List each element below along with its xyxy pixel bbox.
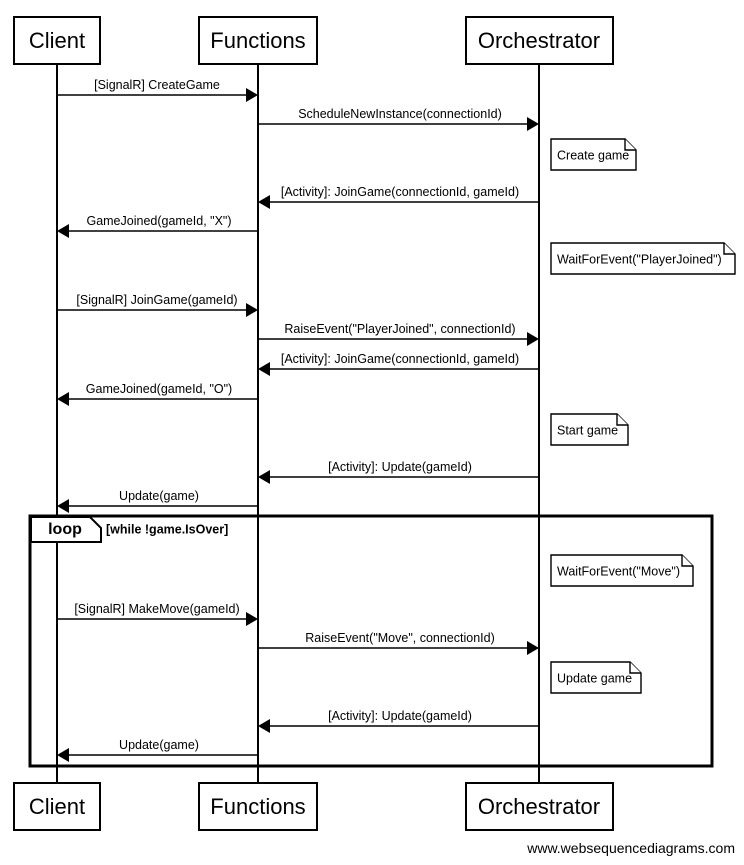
note-4: Update game bbox=[550, 661, 642, 694]
message-11-arrowhead bbox=[527, 641, 539, 655]
message-4-label: [SignalR] JoinGame(gameId) bbox=[76, 293, 237, 307]
message-3-label: GameJoined(gameId, "X") bbox=[86, 214, 231, 228]
message-4-arrowhead bbox=[246, 303, 258, 317]
participant-orchestrator-bottom-label: Orchestrator bbox=[478, 794, 600, 819]
message-2-label: [Activity]: JoinGame(connectionId, gameI… bbox=[281, 185, 519, 199]
message-0: [SignalR] CreateGame bbox=[57, 78, 258, 102]
note-1-label: WaitForEvent("PlayerJoined") bbox=[557, 252, 722, 266]
message-8: [Activity]: Update(gameId) bbox=[258, 460, 539, 484]
message-12-label: [Activity]: Update(gameId) bbox=[328, 709, 472, 723]
message-13-label: Update(game) bbox=[119, 738, 199, 752]
participant-functions-top[interactable]: Functions bbox=[198, 16, 318, 65]
message-3: GameJoined(gameId, "X") bbox=[57, 214, 258, 238]
footer-watermark: www.websequencediagrams.com bbox=[526, 840, 735, 856]
sequence-diagram-root: loop [while !game.IsOver] [SignalR] Crea… bbox=[0, 0, 744, 865]
note-4-label: Update game bbox=[557, 671, 632, 685]
participant-client-bottom-label: Client bbox=[29, 794, 85, 819]
message-13-arrowhead bbox=[57, 748, 69, 762]
participant-boxes-top: Client Functions Orchestrator bbox=[13, 16, 614, 65]
message-1-label: ScheduleNewInstance(connectionId) bbox=[298, 107, 502, 121]
message-12-arrowhead bbox=[258, 719, 270, 733]
message-1: ScheduleNewInstance(connectionId) bbox=[258, 107, 539, 131]
message-9-arrowhead bbox=[57, 499, 69, 513]
note-3-label: WaitForEvent("Move") bbox=[557, 564, 680, 578]
message-11: RaiseEvent("Move", connectionId) bbox=[258, 631, 539, 655]
note-2: Start game bbox=[550, 413, 629, 446]
participant-client-top[interactable]: Client bbox=[13, 16, 101, 65]
message-13: Update(game) bbox=[57, 738, 258, 762]
messages-group: [SignalR] CreateGame ScheduleNewInstance… bbox=[57, 78, 539, 762]
message-5-label: RaiseEvent("PlayerJoined", connectionId) bbox=[284, 322, 515, 336]
message-2-arrowhead bbox=[258, 195, 270, 209]
message-5-arrowhead bbox=[527, 332, 539, 346]
participant-orchestrator-top[interactable]: Orchestrator bbox=[465, 16, 614, 65]
message-10-label: [SignalR] MakeMove(gameId) bbox=[74, 602, 239, 616]
participant-client-top-label: Client bbox=[29, 28, 85, 53]
message-8-label: [Activity]: Update(gameId) bbox=[328, 460, 472, 474]
participant-functions-bottom-label: Functions bbox=[210, 794, 305, 819]
participant-functions-top-label: Functions bbox=[210, 28, 305, 53]
participant-orchestrator-bottom[interactable]: Orchestrator bbox=[465, 782, 614, 831]
message-8-arrowhead bbox=[258, 470, 270, 484]
note-1: WaitForEvent("PlayerJoined") bbox=[550, 242, 736, 275]
message-4: [SignalR] JoinGame(gameId) bbox=[57, 293, 258, 317]
note-3: WaitForEvent("Move") bbox=[550, 554, 694, 587]
message-7: GameJoined(gameId, "O") bbox=[57, 382, 258, 406]
note-0-label: Create game bbox=[557, 148, 629, 162]
message-7-label: GameJoined(gameId, "O") bbox=[86, 382, 232, 396]
message-2: [Activity]: JoinGame(connectionId, gameI… bbox=[258, 185, 539, 209]
message-0-label: [SignalR] CreateGame bbox=[94, 78, 220, 92]
message-9-label: Update(game) bbox=[119, 489, 199, 503]
message-11-label: RaiseEvent("Move", connectionId) bbox=[305, 631, 495, 645]
message-3-arrowhead bbox=[57, 224, 69, 238]
note-3-fold bbox=[681, 555, 693, 567]
message-10: [SignalR] MakeMove(gameId) bbox=[57, 602, 258, 626]
loop-fragment-tag-label: loop bbox=[48, 521, 82, 538]
sequence-diagram-canvas: loop [while !game.IsOver] [SignalR] Crea… bbox=[13, 16, 736, 856]
note-2-label: Start game bbox=[557, 423, 618, 437]
message-0-arrowhead bbox=[246, 88, 258, 102]
participant-functions-bottom[interactable]: Functions bbox=[198, 782, 318, 831]
loop-fragment-condition-label: [while !game.IsOver] bbox=[106, 522, 228, 536]
message-7-arrowhead bbox=[57, 392, 69, 406]
message-1-arrowhead bbox=[527, 117, 539, 131]
lifelines-group bbox=[56, 64, 540, 783]
participant-client-bottom[interactable]: Client bbox=[13, 782, 101, 831]
notes-group: Create game WaitForEvent("PlayerJoined")… bbox=[550, 138, 736, 694]
participant-boxes-bottom: Client Functions Orchestrator bbox=[13, 782, 614, 831]
message-6-arrowhead bbox=[258, 362, 270, 376]
message-6: [Activity]: JoinGame(connectionId, gameI… bbox=[258, 352, 539, 376]
message-10-arrowhead bbox=[246, 612, 258, 626]
note-0: Create game bbox=[550, 138, 637, 171]
message-9: Update(game) bbox=[57, 489, 258, 513]
participant-orchestrator-top-label: Orchestrator bbox=[478, 28, 600, 53]
message-12: [Activity]: Update(gameId) bbox=[258, 709, 539, 733]
message-6-label: [Activity]: JoinGame(connectionId, gameI… bbox=[281, 352, 519, 366]
message-5: RaiseEvent("PlayerJoined", connectionId) bbox=[258, 322, 539, 346]
